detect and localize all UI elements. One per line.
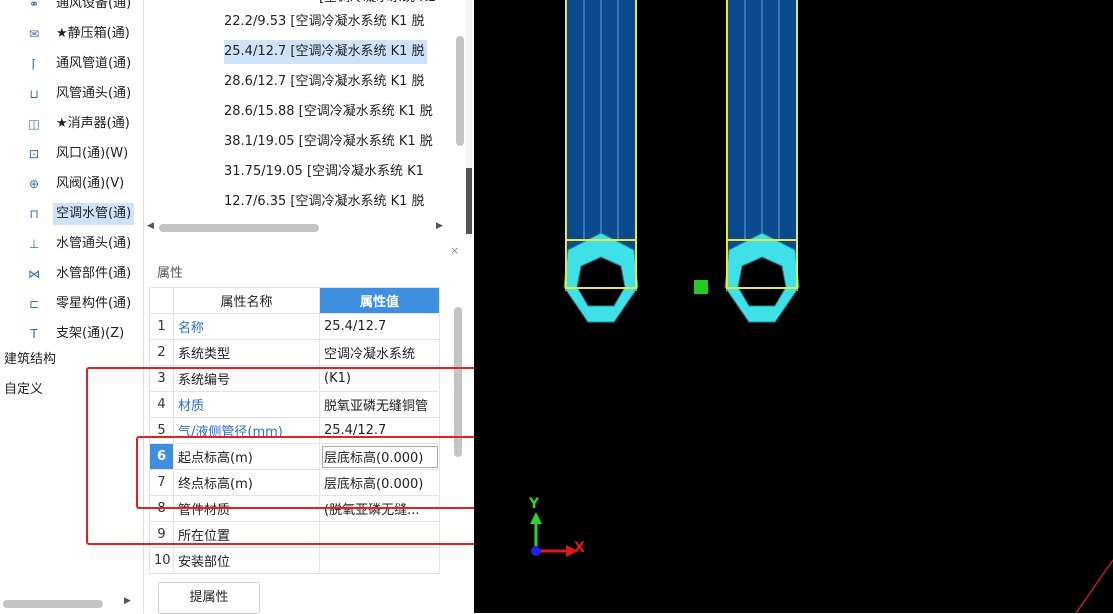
panel-splitter[interactable] xyxy=(466,0,472,238)
close-icon[interactable]: × xyxy=(450,244,459,257)
plenum-box-icon: ✉ xyxy=(28,27,40,41)
row-number: 1 xyxy=(149,313,174,340)
pipe-fitting-icon: ⊥ xyxy=(28,237,40,251)
tree-item-label: ★消声器(通) xyxy=(56,116,130,131)
scrollbar-thumb[interactable] xyxy=(456,36,464,146)
duct-icon: ⌈ xyxy=(31,57,37,71)
extract-properties-button[interactable]: 提属性 xyxy=(158,582,260,614)
list-item[interactable]: 12.7/6.35 [空调冷凝水系统 K1 脱 xyxy=(224,190,425,214)
scroll-right-icon[interactable]: ▶ xyxy=(124,596,131,606)
property-row[interactable]: 1 名称 25.4/12.7 xyxy=(149,313,440,340)
tree-item[interactable]: ✉ ★静压箱(通) xyxy=(0,20,143,48)
support-icon: T xyxy=(30,327,38,341)
tree-item[interactable]: ⊥ 水管通头(通) xyxy=(0,230,143,258)
pipe-left[interactable] xyxy=(563,0,639,323)
property-value[interactable]: 25.4/12.7 xyxy=(319,313,440,340)
pipe-component-icon: ⋈ xyxy=(28,267,40,281)
tree-item[interactable]: ⊔ 风管通头(通) xyxy=(0,80,143,108)
scroll-right-icon[interactable]: ▶ xyxy=(436,221,443,231)
tree-root-item[interactable]: 建筑结构 xyxy=(4,348,56,372)
pipe-right[interactable] xyxy=(724,0,800,323)
list-item[interactable]: 31.75/19.05 [空调冷凝水系统 K1 xyxy=(224,160,424,184)
list-horizontal-scrollbar[interactable]: ◀ ▶ xyxy=(144,220,452,236)
axis-x-label: X xyxy=(574,540,585,556)
pipe-drawing xyxy=(530,0,1113,613)
property-row[interactable]: 2 系统类型 空调冷凝水系统 xyxy=(149,339,440,366)
water-pipe-icon: ⊓ xyxy=(29,207,39,221)
property-value[interactable]: 空调冷凝水系统 xyxy=(319,339,440,366)
component-list: [空调冷凝水系统 K122.2/9.53 [空调冷凝水系统 K1 脱 25.4/1… xyxy=(144,0,452,220)
row-number: 2 xyxy=(149,339,174,366)
properties-title: 属性 xyxy=(157,266,184,281)
list-item[interactable]: 25.4/12.7 [空调冷凝水系统 K1 脱 xyxy=(224,40,427,64)
tree-horizontal-scrollbar[interactable]: ▶ xyxy=(0,596,143,613)
tree-item-label: 通风管道(通) xyxy=(56,56,132,71)
component-list-panel: [空调冷凝水系统 K122.2/9.53 [空调冷凝水系统 K1 脱 25.4/1… xyxy=(144,0,472,238)
tree-item[interactable]: ⊓ 空调水管(通) xyxy=(0,200,143,228)
cad-viewport[interactable]: Y X xyxy=(474,0,1113,613)
annotation-box-inner xyxy=(136,436,480,509)
property-name: 安装部位 xyxy=(173,547,320,574)
air-valve-icon: ⊕ xyxy=(28,177,40,191)
scroll-left-icon[interactable]: ◀ xyxy=(147,221,154,231)
list-item[interactable]: 28.6/15.88 [空调冷凝水系统 K1 脱 xyxy=(224,100,433,124)
property-value-header: 属性值 xyxy=(319,287,440,314)
list-item[interactable]: 38.1/19.05 [空调冷凝水系统 K1 脱 xyxy=(224,130,433,154)
cad-red-line xyxy=(1075,559,1113,613)
tree-item-label: 水管通头(通) xyxy=(56,236,132,251)
list-vertical-scrollbar[interactable] xyxy=(454,0,466,220)
tree-item[interactable]: ⊕ 风阀(通)(V) xyxy=(0,170,143,198)
duct-fitting-icon: ⊔ xyxy=(29,87,39,101)
axis-gizmo xyxy=(530,512,578,557)
tree-item[interactable]: T 支架(通)(Z) xyxy=(0,320,143,348)
silencer-icon: ◫ xyxy=(28,117,40,131)
fan-equipment-icon: ⚭ xyxy=(28,0,40,11)
tree-item[interactable]: ◫ ★消声器(通) xyxy=(0,110,143,138)
misc-component-icon: ⊏ xyxy=(28,297,40,311)
list-item[interactable]: [空调冷凝水系统 K1 xyxy=(319,0,436,10)
tree-item-label: 风口(通)(W) xyxy=(56,146,129,161)
property-name: 系统类型 xyxy=(173,339,320,366)
tree-item[interactable]: ⌈ 通风管道(通) xyxy=(0,50,143,78)
tree-item-label: 通风设备(通) xyxy=(56,0,132,11)
list-item[interactable]: 28.6/12.7 [空调冷凝水系统 K1 脱 xyxy=(224,70,425,94)
tree-item[interactable]: ⊏ 零星构件(通) xyxy=(0,290,143,318)
property-name: 名称 xyxy=(173,313,320,340)
tree-item[interactable]: ⋈ 水管部件(通) xyxy=(0,260,143,288)
property-row[interactable]: 10 安装部位 xyxy=(149,547,440,574)
list-item[interactable]: 22.2/9.53 [空调冷凝水系统 K1 脱 xyxy=(224,10,425,34)
tree-item-label: 零星构件(通) xyxy=(56,296,132,311)
scrollbar-thumb[interactable] xyxy=(159,224,319,232)
tree-item-label: 空调水管(通) xyxy=(53,203,135,225)
tree-root-item[interactable]: 自定义 xyxy=(4,378,43,402)
snap-marker[interactable] xyxy=(694,280,708,294)
air-outlet-icon: ⊡ xyxy=(28,147,40,161)
splitter-grip[interactable] xyxy=(466,168,472,234)
tree-item-label: 风阀(通)(V) xyxy=(56,176,125,191)
tree-item-label: 支架(通)(Z) xyxy=(56,326,125,341)
tree-item[interactable]: ⚭ 通风设备(通) xyxy=(0,0,143,18)
axis-y-label: Y xyxy=(529,496,540,512)
scrollbar-thumb[interactable] xyxy=(3,600,103,608)
tree-item[interactable]: ⊡ 风口(通)(W) xyxy=(0,140,143,168)
row-number: 10 xyxy=(149,547,174,574)
tree-item-label: 水管部件(通) xyxy=(56,266,132,281)
property-value[interactable] xyxy=(319,547,440,574)
row-number-header xyxy=(149,287,174,314)
property-name-header: 属性名称 xyxy=(173,287,320,314)
tree-item-label: 风管通头(通) xyxy=(56,86,132,101)
tree-item-label: ★静压箱(通) xyxy=(56,26,130,41)
